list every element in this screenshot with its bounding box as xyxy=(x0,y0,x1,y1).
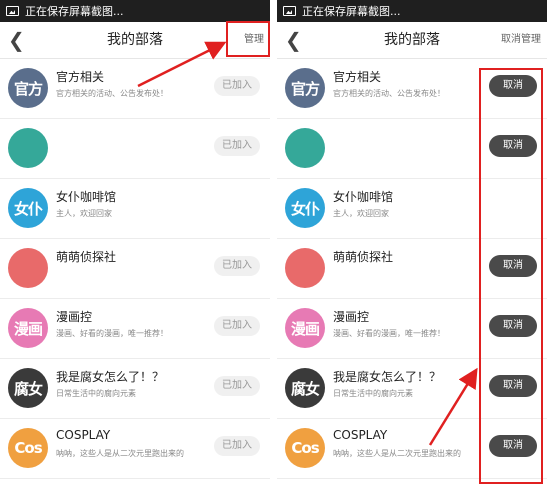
tribe-avatar: 漫画 xyxy=(8,308,48,348)
tribe-name: COSPLAY xyxy=(333,428,388,442)
tribe-list: 官方 官方相关 官方相关的活动、公告发布处！ 已加入 已加入 女仆 女仆咖啡馆 主人，欢迎回家… xyxy=(0,58,270,488)
tribe-name: 我是腐女怎么了！？ xyxy=(333,370,442,384)
highlight-manage-box xyxy=(226,21,270,57)
tribe-name: 漫画控 xyxy=(333,310,370,324)
tribe-description: 日常生活中的腐向元素 xyxy=(333,389,413,398)
left-screen: 正在保存屏幕截图... ❮ 我的部落 管理 官方 官方相关 官方相关的活动、公告发布… xyxy=(0,0,270,488)
tribe-avatar: 官方 xyxy=(285,68,325,108)
tribe-name: 我是腐女怎么了！？ xyxy=(56,370,165,384)
list-item[interactable]: 已加入 xyxy=(0,118,270,179)
highlight-cancel-column-box xyxy=(479,68,543,484)
tribe-avatar: Cos xyxy=(285,428,325,468)
tribe-description: 呐呐，这些人是从二次元里跑出来的 xyxy=(333,449,461,458)
list-item[interactable]: 漫画 漫画控漫画、好看的漫画，唯一推荐！ 已加入 xyxy=(0,298,270,359)
tribe-avatar xyxy=(285,128,325,168)
tribe-name: 漫画控 xyxy=(56,310,93,324)
tribe-name: 女仆咖啡馆 xyxy=(333,190,394,204)
tribe-name: 萌萌侦探社 xyxy=(333,250,394,264)
tribe-description: 主人，欢迎回家 xyxy=(333,209,389,218)
nav-bar: ❮ 我的部落 取消管理 xyxy=(277,22,547,59)
tribe-description: 呐呐，这些人是从二次元里跑出来的 xyxy=(56,449,184,458)
status-text: 正在保存屏幕截图... xyxy=(302,5,401,18)
image-icon xyxy=(6,6,19,16)
tribe-name: 女仆咖啡馆 xyxy=(56,190,117,204)
tribe-name: 官方相关 xyxy=(333,70,382,84)
joined-button[interactable]: 已加入 xyxy=(214,76,260,96)
image-icon xyxy=(283,6,296,16)
tribe-avatar: 官方 xyxy=(8,68,48,108)
list-item[interactable]: 萌萌侦探社 已加入 xyxy=(0,238,270,299)
status-bar: 正在保存屏幕截图... xyxy=(277,0,547,22)
tribe-description: 官方相关的活动、公告发布处！ xyxy=(333,89,445,98)
tribe-description: 主人，欢迎回家 xyxy=(56,209,112,218)
tribe-description: 官方相关的活动、公告发布处！ xyxy=(56,89,168,98)
status-text: 正在保存屏幕截图... xyxy=(25,5,124,18)
status-bar: 正在保存屏幕截图... xyxy=(0,0,270,22)
tribe-description: 漫画、好看的漫画，唯一推荐！ xyxy=(333,329,445,338)
joined-button[interactable]: 已加入 xyxy=(214,436,260,456)
list-item[interactable]: 女仆 女仆咖啡馆主人，欢迎回家 xyxy=(0,178,270,239)
cancel-manage-button[interactable]: 取消管理 xyxy=(501,22,541,58)
joined-button[interactable]: 已加入 xyxy=(214,256,260,276)
list-item[interactable]: 腐女 我是腐女怎么了！？ 日常生活中的腐向元素 已加入 xyxy=(0,358,270,419)
tribe-avatar: Cos xyxy=(8,428,48,468)
tribe-avatar xyxy=(285,248,325,288)
tribe-name: COSPLAY xyxy=(56,428,111,442)
tribe-avatar xyxy=(8,128,48,168)
tribe-description: 漫画、好看的漫画，唯一推荐！ xyxy=(56,329,168,338)
list-item[interactable]: 官方 官方相关官方相关的活动、公告发布处！ 已加入 xyxy=(0,58,270,119)
tribe-avatar xyxy=(8,248,48,288)
tribe-avatar: 漫画 xyxy=(285,308,325,348)
tribe-avatar: 女仆 xyxy=(285,188,325,228)
list-item[interactable]: Cos COSPLAY 呐呐，这些人是从二次元里跑出来的 已加入 xyxy=(0,418,270,479)
joined-button[interactable]: 已加入 xyxy=(214,316,260,336)
tribe-name: 萌萌侦探社 xyxy=(56,250,117,264)
joined-button[interactable]: 已加入 xyxy=(214,376,260,396)
tribe-name: 官方相关 xyxy=(56,70,105,84)
tribe-avatar: 女仆 xyxy=(8,188,48,228)
tribe-description: 日常生活中的腐向元素 xyxy=(56,389,136,398)
joined-button[interactable]: 已加入 xyxy=(214,136,260,156)
tribe-avatar: 腐女 xyxy=(285,368,325,408)
tribe-avatar: 腐女 xyxy=(8,368,48,408)
